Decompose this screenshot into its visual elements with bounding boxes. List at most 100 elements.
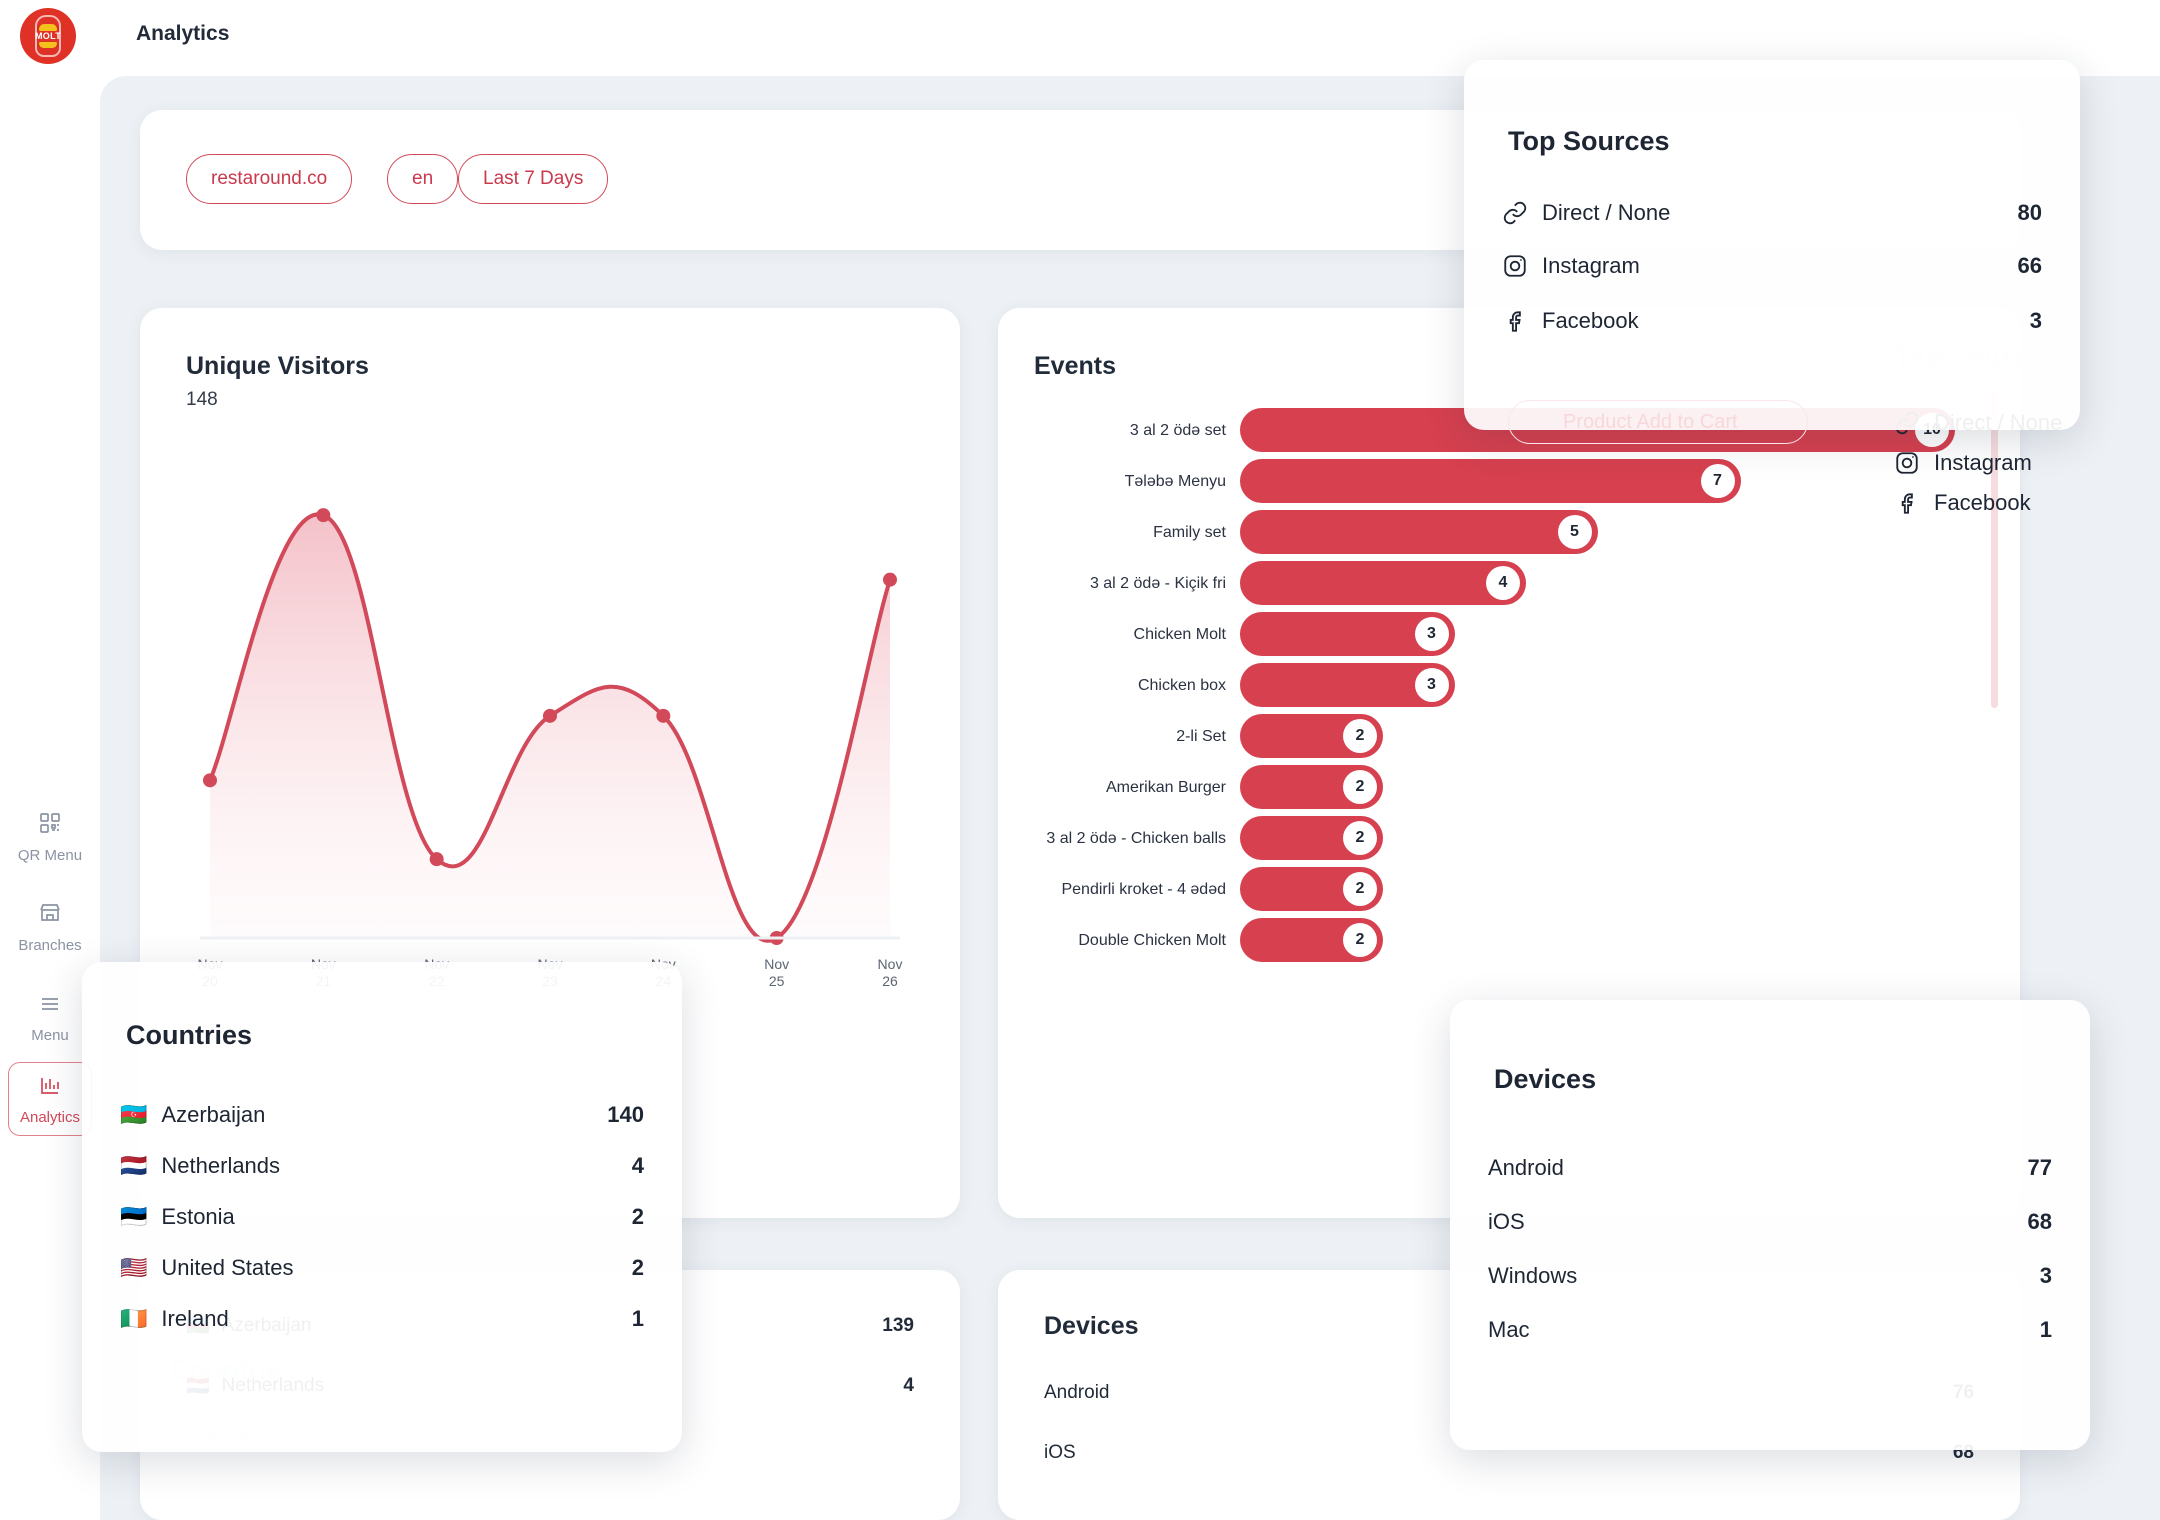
events-bar-row[interactable]: Pendirli kroket - 4 ədəd 2: [1008, 867, 1968, 911]
list-item-label: Ireland: [161, 1306, 228, 1332]
logo-text: MOLT: [35, 32, 61, 41]
list-item-value: 1: [632, 1306, 644, 1332]
events-bar: 2: [1240, 867, 1383, 911]
data-point[interactable]: [430, 852, 444, 866]
flag-icon: 🇺🇸: [120, 1255, 147, 1281]
sidebar-item-label: Analytics: [20, 1109, 80, 1126]
list-item[interactable]: 🇦🇿 Azerbaijan 140: [120, 1102, 644, 1128]
events-bar: 7: [1240, 459, 1741, 503]
list-item[interactable]: Windows 3: [1488, 1263, 2052, 1289]
data-point[interactable]: [203, 773, 217, 787]
list-item-label: Mac: [1488, 1317, 1530, 1343]
events-bar-row[interactable]: Chicken Molt3: [1008, 612, 1968, 656]
language-filter-chip[interactable]: en: [387, 154, 458, 204]
list-item[interactable]: Direct / None 80: [1502, 200, 2042, 226]
data-point[interactable]: [543, 709, 557, 723]
unique-visitors-title: Unique Visitors: [186, 352, 369, 381]
site-filter-chip[interactable]: restaround.co: [186, 154, 352, 204]
events-bar-value: 2: [1343, 770, 1377, 804]
events-bar-label: Chicken box: [1008, 675, 1240, 696]
list-item-value: 4: [632, 1153, 644, 1179]
list-item-label: Windows: [1488, 1263, 1577, 1289]
events-bar-row[interactable]: 3 al 2 ödə - Kiçik fri 4: [1008, 561, 1968, 605]
sidebar-item-label: Menu: [31, 1027, 69, 1044]
list-item-value: 2: [632, 1255, 644, 1281]
unique-visitors-total: 148: [186, 389, 369, 411]
instagram-icon: [1502, 253, 1528, 279]
events-bar: 2: [1240, 714, 1383, 758]
hamburger-menu-icon: [38, 991, 62, 1020]
list-item-label: Android: [1488, 1155, 1564, 1181]
list-item[interactable]: Instagram 66: [1502, 253, 2042, 279]
list-item[interactable]: Facebook 3: [1502, 308, 2042, 334]
data-point[interactable]: [656, 709, 670, 723]
data-point[interactable]: [316, 508, 330, 522]
list-item-label: Azerbaijan: [161, 1102, 265, 1128]
list-item-value: 3: [2040, 1263, 2052, 1289]
bar-chart-icon: [38, 1073, 62, 1102]
countries-popup-title: Countries: [126, 1020, 252, 1051]
events-bar: 2: [1240, 918, 1383, 962]
list-item-label: iOS: [1488, 1209, 1525, 1235]
events-bar-value: 7: [1701, 464, 1735, 498]
events-bar: 4: [1240, 561, 1526, 605]
events-bar-value: 3: [1415, 668, 1449, 702]
events-bar-row[interactable]: 3 al 2 ödə - Chicken balls2: [1008, 816, 1968, 860]
data-point[interactable]: [883, 573, 897, 587]
sidebar-item-qr-menu[interactable]: QR Menu: [8, 800, 92, 874]
sidebar-item-label: QR Menu: [18, 847, 82, 864]
link-icon: [1502, 200, 1528, 226]
top-sources-popup: Product Add to Cart Top Sources Direct /…: [1464, 60, 2080, 430]
events-bar-row[interactable]: Family set5: [1008, 510, 1968, 554]
events-bar: 2: [1240, 765, 1383, 809]
events-bar: 3: [1240, 612, 1455, 656]
events-bar-label: 3 al 2 ödə - Chicken balls: [1008, 828, 1240, 849]
countries-popup: Countries 🇦🇿 Azerbaijan 140 🇳🇱 Netherlands 4 🇪…: [82, 962, 682, 1452]
list-item[interactable]: 🇳🇱 Netherlands 4: [120, 1153, 644, 1179]
flag-icon: 🇪🇪: [120, 1204, 147, 1230]
product-add-to-cart-ghost-pill: Product Add to Cart: [1508, 400, 1808, 444]
facebook-icon: [1502, 308, 1528, 334]
flag-icon: 🇦🇿: [120, 1102, 147, 1128]
x-axis-tick-label: Nov25: [749, 956, 805, 990]
events-bar-row[interactable]: Amerikan Burger 2: [1008, 765, 1968, 809]
unique-visitors-chart: [200, 478, 900, 968]
events-bar-label: Family set: [1008, 522, 1240, 543]
devices-card-title: Devices: [1044, 1312, 1139, 1341]
sidebar-item-branches[interactable]: Branches: [8, 890, 92, 964]
list-item[interactable]: 🇪🇪 Estonia 2: [120, 1204, 644, 1230]
events-bar-label: Pendirli kroket - 4 ədəd: [1008, 879, 1240, 900]
list-item-value: 140: [607, 1102, 644, 1128]
list-item[interactable]: iOS 68: [1488, 1209, 2052, 1235]
list-item[interactable]: Android 77: [1488, 1155, 2052, 1181]
list-item[interactable]: Mac 1: [1488, 1317, 2052, 1343]
flag-icon: 🇳🇱: [120, 1153, 147, 1179]
list-item[interactable]: 🇺🇸United States2: [120, 1255, 644, 1281]
molt-logo: MOLT: [20, 8, 76, 64]
list-item-value: 1: [2040, 1317, 2052, 1343]
events-bar-value: 2: [1343, 872, 1377, 906]
list-item-label: Estonia: [161, 1204, 234, 1230]
events-bar-label: 3 al 2 ödə - Kiçik fri: [1008, 573, 1240, 594]
events-bar-row[interactable]: 2-li Set2: [1008, 714, 1968, 758]
events-bar-row[interactable]: Tələbə Menyu7: [1008, 459, 1968, 503]
sidebar-item-label: Branches: [18, 937, 81, 954]
events-bar-label: 3 al 2 ödə set: [1008, 420, 1240, 441]
list-item-value: 68: [2028, 1209, 2052, 1235]
events-bar-value: 4: [1486, 566, 1520, 600]
events-bar-row[interactable]: Chicken box 3: [1008, 663, 1968, 707]
sidebar-item-analytics[interactable]: Analytics: [8, 1062, 92, 1136]
list-item[interactable]: 🇮🇪Ireland1: [120, 1306, 644, 1332]
top-sources-popup-title: Top Sources: [1508, 126, 1670, 157]
devices-popup-title: Devices: [1494, 1064, 1596, 1095]
date-range-filter-chip[interactable]: Last 7 Days: [458, 154, 608, 204]
list-item-value: 2: [632, 1204, 644, 1230]
events-bar: 3: [1240, 663, 1455, 707]
list-item-label: Netherlands: [161, 1153, 280, 1179]
events-bar-row[interactable]: Double Chicken Molt2: [1008, 918, 1968, 962]
sidebar-item-menu[interactable]: Menu: [8, 980, 92, 1054]
qr-code-icon: [38, 811, 62, 840]
list-item-value: 77: [2028, 1155, 2052, 1181]
events-bar-label: Amerikan Burger: [1008, 777, 1240, 798]
events-bar: 5: [1240, 510, 1598, 554]
